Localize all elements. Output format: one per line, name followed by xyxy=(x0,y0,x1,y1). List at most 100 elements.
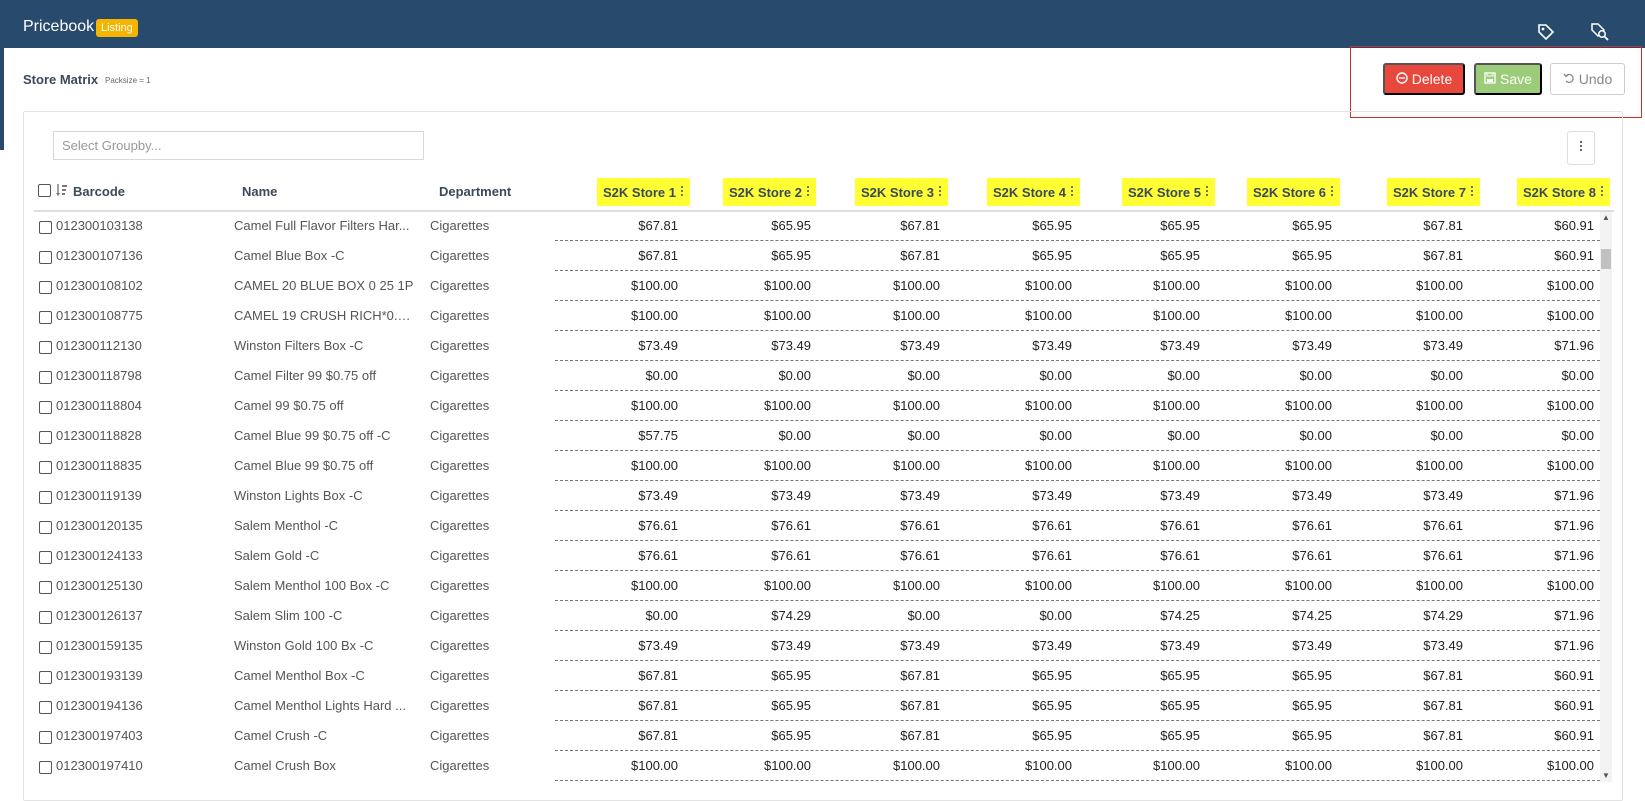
price-cell-store-7[interactable]: $100.00 xyxy=(1353,278,1463,293)
groupby-select[interactable]: Select Groupby... xyxy=(53,131,424,160)
price-cell-store-3[interactable]: $100.00 xyxy=(830,398,940,413)
price-cell-store-7[interactable]: $67.81 xyxy=(1353,668,1463,683)
price-cell-store-2[interactable]: $100.00 xyxy=(701,308,811,323)
price-cell-store-8[interactable]: $0.00 xyxy=(1484,368,1594,383)
price-cell-store-6[interactable]: $76.61 xyxy=(1222,518,1332,533)
price-cell-store-7[interactable]: $67.81 xyxy=(1353,218,1463,233)
column-header-store-7[interactable]: S2K Store 7 xyxy=(1387,178,1480,206)
price-cell-store-8[interactable]: $100.00 xyxy=(1484,578,1594,593)
price-cell-store-7[interactable]: $73.49 xyxy=(1353,488,1463,503)
price-cell-store-4[interactable]: $65.95 xyxy=(962,248,1072,263)
row-checkbox[interactable] xyxy=(39,611,52,624)
price-cell-store-8[interactable]: $71.96 xyxy=(1484,518,1594,533)
table-row[interactable]: 012300118835 Camel Blue 99 $0.75 off Cigar… xyxy=(0,458,1645,488)
price-cell-store-4[interactable]: $100.00 xyxy=(962,758,1072,773)
price-cell-store-3[interactable]: $67.81 xyxy=(830,668,940,683)
price-cell-store-8[interactable]: $71.96 xyxy=(1484,548,1594,563)
price-cell-store-1[interactable]: $76.61 xyxy=(568,518,678,533)
price-cell-store-7[interactable]: $67.81 xyxy=(1353,248,1463,263)
price-cell-store-1[interactable]: $0.00 xyxy=(568,608,678,623)
price-cell-store-3[interactable]: $67.81 xyxy=(830,218,940,233)
price-cell-store-6[interactable]: $65.95 xyxy=(1222,698,1332,713)
price-cell-store-2[interactable]: $100.00 xyxy=(701,758,811,773)
kebab-menu-icon[interactable] xyxy=(1600,185,1604,200)
table-row[interactable]: 012300124133 Salem Gold -C Cigarettes $76.6… xyxy=(0,548,1645,578)
row-checkbox[interactable] xyxy=(39,731,52,744)
vertical-scrollbar[interactable] xyxy=(1600,212,1612,782)
price-cell-store-5[interactable]: $76.61 xyxy=(1090,548,1200,563)
price-cell-store-5[interactable]: $73.49 xyxy=(1090,638,1200,653)
price-cell-store-7[interactable]: $76.61 xyxy=(1353,548,1463,563)
price-cell-store-5[interactable]: $100.00 xyxy=(1090,398,1200,413)
row-checkbox[interactable] xyxy=(39,461,52,474)
price-cell-store-2[interactable]: $73.49 xyxy=(701,488,811,503)
price-cell-store-3[interactable]: $100.00 xyxy=(830,458,940,473)
row-checkbox[interactable] xyxy=(39,281,52,294)
price-cell-store-1[interactable]: $67.81 xyxy=(568,218,678,233)
price-cell-store-4[interactable]: $76.61 xyxy=(962,518,1072,533)
price-cell-store-3[interactable]: $76.61 xyxy=(830,548,940,563)
price-cell-store-6[interactable]: $76.61 xyxy=(1222,548,1332,563)
price-cell-store-4[interactable]: $100.00 xyxy=(962,458,1072,473)
table-row[interactable]: 012300118798 Camel Filter 99 $0.75 off Cig… xyxy=(0,368,1645,398)
scroll-down-arrow[interactable]: ▼ xyxy=(1600,770,1612,782)
price-cell-store-1[interactable]: $67.81 xyxy=(568,698,678,713)
price-cell-store-1[interactable]: $73.49 xyxy=(568,638,678,653)
save-button[interactable]: Save xyxy=(1474,63,1542,95)
price-cell-store-5[interactable]: $0.00 xyxy=(1090,368,1200,383)
row-checkbox[interactable] xyxy=(39,251,52,264)
price-cell-store-5[interactable]: $100.00 xyxy=(1090,578,1200,593)
price-cell-store-7[interactable]: $100.00 xyxy=(1353,578,1463,593)
price-cell-store-6[interactable]: $100.00 xyxy=(1222,308,1332,323)
price-cell-store-6[interactable]: $65.95 xyxy=(1222,248,1332,263)
price-cell-store-7[interactable]: $0.00 xyxy=(1353,428,1463,443)
price-cell-store-6[interactable]: $65.95 xyxy=(1222,218,1332,233)
table-row[interactable]: 012300118828 Camel Blue 99 $0.75 off -C Ci… xyxy=(0,428,1645,458)
price-cell-store-4[interactable]: $65.95 xyxy=(962,668,1072,683)
column-header-store-2[interactable]: S2K Store 2 xyxy=(723,178,816,206)
price-cell-store-2[interactable]: $100.00 xyxy=(701,458,811,473)
price-cell-store-7[interactable]: $100.00 xyxy=(1353,758,1463,773)
price-cell-store-4[interactable]: $100.00 xyxy=(962,578,1072,593)
price-cell-store-4[interactable]: $100.00 xyxy=(962,398,1072,413)
table-options-button[interactable] xyxy=(1567,131,1595,165)
price-cell-store-3[interactable]: $73.49 xyxy=(830,338,940,353)
column-header-store-8[interactable]: S2K Store 8 xyxy=(1517,178,1610,206)
row-checkbox[interactable] xyxy=(39,311,52,324)
price-cell-store-4[interactable]: $73.49 xyxy=(962,638,1072,653)
price-cell-store-6[interactable]: $74.25 xyxy=(1222,608,1332,623)
table-row[interactable]: 012300126137 Salem Slim 100 -C Cigarettes $… xyxy=(0,608,1645,638)
table-row[interactable]: 012300159135 Winston Gold 100 Bx -C Cigare… xyxy=(0,638,1645,668)
price-cell-store-6[interactable]: $100.00 xyxy=(1222,758,1332,773)
row-checkbox[interactable] xyxy=(39,521,52,534)
price-cell-store-5[interactable]: $65.95 xyxy=(1090,248,1200,263)
price-cell-store-5[interactable]: $73.49 xyxy=(1090,338,1200,353)
price-cell-store-2[interactable]: $100.00 xyxy=(701,578,811,593)
price-cell-store-8[interactable]: $100.00 xyxy=(1484,458,1594,473)
price-cell-store-7[interactable]: $100.00 xyxy=(1353,308,1463,323)
price-cell-store-8[interactable]: $71.96 xyxy=(1484,608,1594,623)
price-cell-store-4[interactable]: $65.95 xyxy=(962,728,1072,743)
price-cell-store-3[interactable]: $0.00 xyxy=(830,608,940,623)
price-cell-store-1[interactable]: $100.00 xyxy=(568,458,678,473)
scroll-up-arrow[interactable]: ▲ xyxy=(1600,212,1612,224)
price-cell-store-5[interactable]: $73.49 xyxy=(1090,488,1200,503)
price-cell-store-1[interactable]: $100.00 xyxy=(568,308,678,323)
price-cell-store-5[interactable]: $65.95 xyxy=(1090,698,1200,713)
price-cell-store-7[interactable]: $76.61 xyxy=(1353,518,1463,533)
price-cell-store-4[interactable]: $65.95 xyxy=(962,218,1072,233)
table-row[interactable]: 012300118804 Camel 99 $0.75 off Cigarettes… xyxy=(0,398,1645,428)
row-checkbox[interactable] xyxy=(39,671,52,684)
price-cell-store-2[interactable]: $73.49 xyxy=(701,338,811,353)
table-row[interactable]: 012300112130 Winston Filters Box -C Cigare… xyxy=(0,338,1645,368)
table-row[interactable]: 012300119139 Winston Lights Box -C Cigaret… xyxy=(0,488,1645,518)
price-cell-store-8[interactable]: $100.00 xyxy=(1484,278,1594,293)
scrollbar-thumb[interactable] xyxy=(1601,249,1611,269)
price-cell-store-8[interactable]: $60.91 xyxy=(1484,698,1594,713)
row-checkbox[interactable] xyxy=(39,371,52,384)
price-cell-store-6[interactable]: $0.00 xyxy=(1222,368,1332,383)
row-checkbox[interactable] xyxy=(39,551,52,564)
price-cell-store-1[interactable]: $57.75 xyxy=(568,428,678,443)
table-row[interactable]: 012300197410 Camel Crush Box Cigarettes $10… xyxy=(0,758,1645,788)
table-row[interactable]: 012300108102 CAMEL 20 BLUE BOX 0 25 1P Cig… xyxy=(0,278,1645,308)
